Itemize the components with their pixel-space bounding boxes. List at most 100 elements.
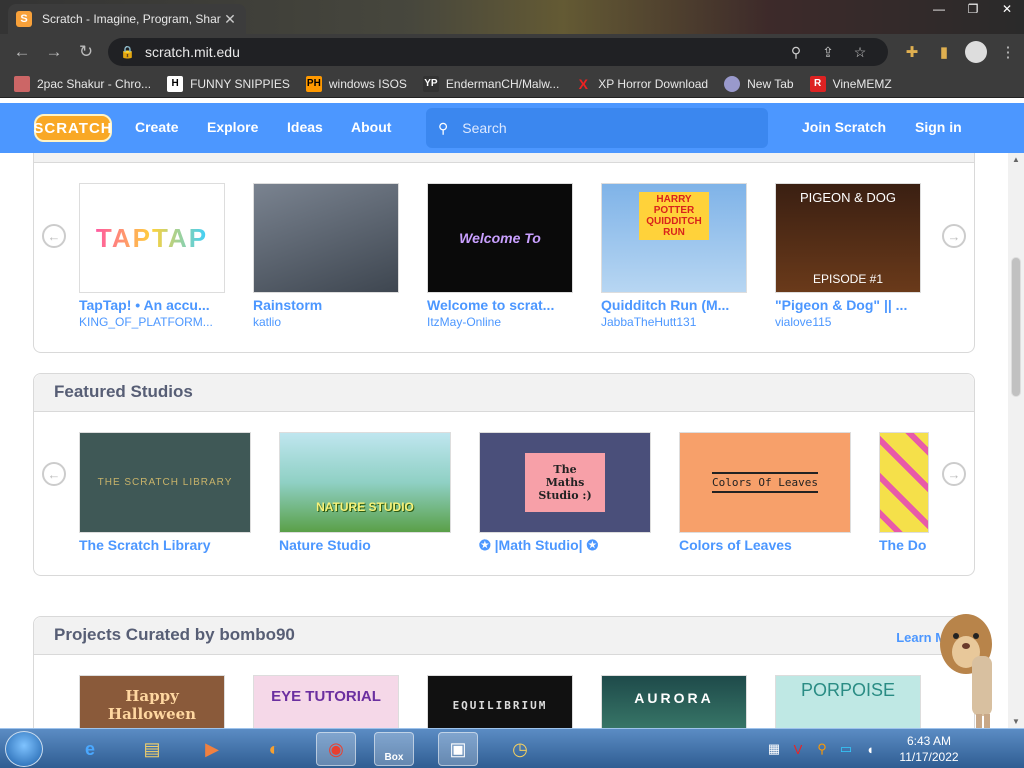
studio-card[interactable]: The Maths Studio :) ✪ |Math Studio| ✪ bbox=[479, 432, 651, 554]
side-panel-icon[interactable]: ▮ bbox=[928, 43, 960, 61]
media-player-icon[interactable]: ▶ bbox=[192, 732, 232, 766]
bookmark-star-icon[interactable]: ☆ bbox=[844, 44, 876, 61]
join-scratch-link[interactable]: Join Scratch bbox=[802, 119, 886, 135]
studio-title[interactable]: Colors of Leaves bbox=[679, 537, 851, 553]
browser-tab[interactable]: S Scratch - Imagine, Program, Shar ✕ bbox=[8, 4, 246, 34]
carousel-prev-icon[interactable]: ← bbox=[42, 462, 66, 486]
carousel-prev-icon[interactable]: ← bbox=[42, 224, 66, 248]
studio-title[interactable]: The Scratch Library bbox=[79, 537, 251, 553]
project-card[interactable]: PORPOISE bbox=[775, 675, 921, 728]
internet-explorer-icon[interactable]: e bbox=[70, 732, 110, 766]
project-card[interactable]: Happy Halloween bbox=[79, 675, 225, 728]
studio-thumbnail[interactable]: Colors Of Leaves bbox=[679, 432, 851, 533]
lock-icon[interactable]: 🔒 bbox=[120, 45, 135, 59]
bookmark-windows-isos[interactable]: PH windows ISOS bbox=[305, 75, 407, 92]
carousel-next-icon[interactable]: → bbox=[942, 224, 966, 248]
back-icon[interactable]: ← bbox=[6, 42, 38, 62]
project-author[interactable]: KING_OF_PLATFORM... bbox=[79, 315, 225, 329]
start-button-icon[interactable] bbox=[5, 731, 43, 767]
project-thumbnail[interactable]: EYE TUTORIAL bbox=[253, 675, 399, 728]
box-app-icon[interactable]: Box bbox=[374, 732, 414, 766]
studio-thumbnail[interactable]: THE SCRATCH LIBRARY bbox=[79, 432, 251, 533]
project-author[interactable]: vialove115 bbox=[775, 315, 921, 329]
project-thumbnail[interactable]: HARRY POTTER QUIDDITCH RUN bbox=[601, 183, 747, 293]
nav-ideas[interactable]: Ideas bbox=[287, 119, 323, 135]
project-thumbnail[interactable]: PIGEON & DOG EPISODE #1 bbox=[775, 183, 921, 293]
project-card[interactable]: Welcome To Welcome to scrat... ItzMay-On… bbox=[427, 183, 573, 329]
project-card[interactable]: EYE TUTORIAL bbox=[253, 675, 399, 728]
project-author[interactable]: katlio bbox=[253, 315, 399, 329]
uc-browser-icon[interactable]: ◐ bbox=[254, 732, 294, 766]
forward-icon[interactable]: → bbox=[38, 42, 70, 62]
chrome-icon[interactable]: ◉ bbox=[316, 732, 356, 766]
scroll-up-icon[interactable]: ▲ bbox=[1012, 155, 1020, 164]
project-title[interactable]: TapTap! • An accu... bbox=[79, 297, 225, 313]
project-card[interactable]: AURORA bbox=[601, 675, 747, 728]
carousel-next-icon[interactable]: → bbox=[942, 462, 966, 486]
project-thumbnail[interactable]: Happy Halloween bbox=[79, 675, 225, 728]
project-card[interactable]: PIGEON & DOG EPISODE #1 "Pigeon & Dog" |… bbox=[775, 183, 921, 329]
tray-v-icon[interactable]: V bbox=[786, 742, 810, 757]
nav-explore[interactable]: Explore bbox=[207, 119, 258, 135]
studio-title[interactable]: ✪ |Math Studio| ✪ bbox=[479, 537, 651, 554]
search-input[interactable]: ⚲ Search bbox=[426, 108, 768, 148]
studio-card[interactable]: NATURE STUDIO Nature Studio bbox=[279, 432, 451, 553]
share-icon[interactable]: ⇪ bbox=[812, 44, 844, 61]
sign-in-link[interactable]: Sign in bbox=[915, 119, 962, 135]
bookmark-endermanch[interactable]: YP EndermanCH/Malw... bbox=[422, 75, 559, 92]
bookmark-funny-snippies[interactable]: H FUNNY SNIPPIES bbox=[167, 75, 290, 92]
project-thumbnail[interactable]: EQUILIBRIUM bbox=[427, 675, 573, 728]
window-app-icon[interactable]: ▣ bbox=[438, 732, 478, 766]
studio-thumbnail[interactable]: NATURE STUDIO bbox=[279, 432, 451, 533]
studio-thumbnail[interactable] bbox=[879, 432, 929, 533]
bookmark-xp-horror[interactable]: X XP Horror Download bbox=[575, 76, 709, 92]
tray-volume-icon[interactable]: ◖ bbox=[858, 742, 882, 757]
project-card[interactable]: Rainstorm katlio bbox=[253, 183, 399, 329]
scroll-down-icon[interactable]: ▼ bbox=[1012, 717, 1020, 726]
tray-search-icon[interactable]: ⚲ bbox=[810, 741, 834, 757]
studio-card[interactable]: Colors Of Leaves Colors of Leaves bbox=[679, 432, 851, 553]
taskbar-clock[interactable]: 6:43 AM 11/17/2022 bbox=[884, 733, 974, 765]
clock-app-icon[interactable]: ◷ bbox=[500, 732, 540, 766]
file-explorer-icon[interactable]: ▤ bbox=[132, 732, 172, 766]
studio-card[interactable]: THE SCRATCH LIBRARY The Scratch Library bbox=[79, 432, 251, 553]
project-card[interactable]: TAPTAP TapTap! • An accu... KING_OF_PLAT… bbox=[79, 183, 225, 329]
minimize-icon[interactable]: — bbox=[922, 0, 956, 20]
project-thumbnail[interactable]: PORPOISE bbox=[775, 675, 921, 728]
tab-close-icon[interactable]: ✕ bbox=[222, 11, 238, 28]
page-scrollbar[interactable]: ▲ ▼ bbox=[1008, 153, 1024, 728]
close-window-icon[interactable]: ✕ bbox=[990, 0, 1024, 20]
project-author[interactable]: JabbaTheHutt131 bbox=[601, 315, 747, 329]
project-author[interactable]: ItzMay-Online bbox=[427, 315, 573, 329]
extensions-icon[interactable]: ✚ bbox=[896, 43, 928, 61]
address-bar[interactable]: 🔒 scratch.mit.edu ⚲ ⇪ ☆ bbox=[108, 38, 888, 66]
project-card[interactable]: EQUILIBRIUM bbox=[427, 675, 573, 728]
project-title[interactable]: "Pigeon & Dog" || ... bbox=[775, 297, 921, 313]
zoom-search-icon[interactable]: ⚲ bbox=[780, 44, 812, 61]
reload-icon[interactable]: ↻ bbox=[70, 42, 102, 62]
nav-create[interactable]: Create bbox=[135, 119, 179, 135]
project-title[interactable]: Welcome to scrat... bbox=[427, 297, 573, 313]
tray-app-icon[interactable]: ▦ bbox=[762, 741, 786, 757]
project-thumbnail[interactable]: TAPTAP bbox=[79, 183, 225, 293]
scratch-logo[interactable]: SCRATCH bbox=[33, 114, 112, 142]
bookmark-2pac[interactable]: 2pac Shakur - Chro... bbox=[14, 75, 151, 92]
url-text[interactable]: scratch.mit.edu bbox=[145, 44, 780, 60]
menu-icon[interactable]: ⋮ bbox=[992, 43, 1024, 61]
studio-card[interactable]: The Do bbox=[879, 432, 929, 553]
project-thumbnail[interactable]: Welcome To bbox=[427, 183, 573, 293]
studio-title[interactable]: Nature Studio bbox=[279, 537, 451, 553]
scrollbar-thumb[interactable] bbox=[1011, 257, 1021, 397]
project-thumbnail[interactable] bbox=[253, 183, 399, 293]
project-card[interactable]: HARRY POTTER QUIDDITCH RUN Quidditch Run… bbox=[601, 183, 747, 329]
project-thumbnail[interactable]: AURORA bbox=[601, 675, 747, 728]
studio-thumbnail[interactable]: The Maths Studio :) bbox=[479, 432, 651, 533]
project-title[interactable]: Quidditch Run (M... bbox=[601, 297, 747, 313]
restore-icon[interactable]: ❐ bbox=[956, 0, 990, 20]
studio-title[interactable]: The Do bbox=[879, 537, 929, 553]
project-title[interactable]: Rainstorm bbox=[253, 297, 399, 313]
bookmark-new-tab[interactable]: New Tab bbox=[724, 75, 794, 92]
tray-display-icon[interactable]: ▭ bbox=[834, 741, 858, 757]
nav-about[interactable]: About bbox=[351, 119, 391, 135]
bookmark-vinememz[interactable]: R VineMEMZ bbox=[809, 75, 892, 92]
